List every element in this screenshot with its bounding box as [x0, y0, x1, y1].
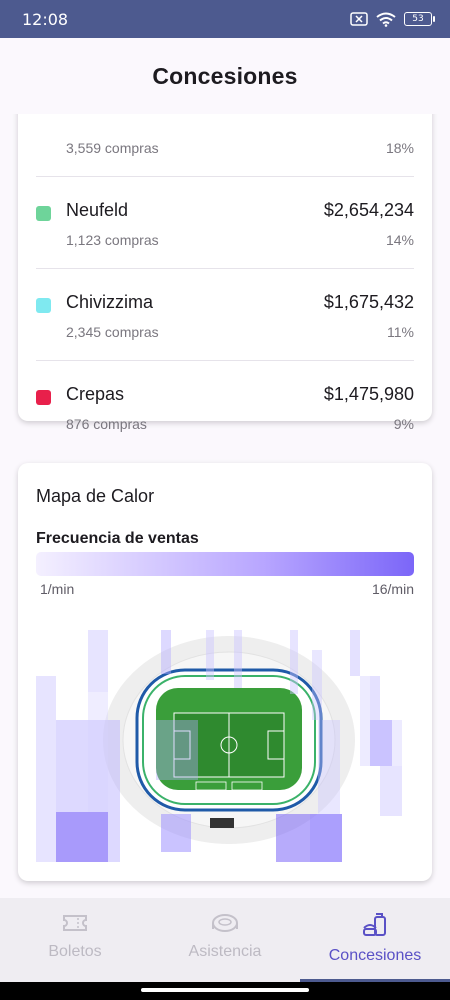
heat-cell — [234, 630, 242, 688]
heat-cell — [318, 720, 340, 814]
item-purchases: 2,345 compras — [66, 324, 159, 340]
page-title: Concesiones — [152, 62, 298, 89]
heat-cell — [360, 676, 370, 766]
heat-cell — [380, 766, 402, 816]
stadium-icon — [212, 914, 238, 932]
no-sim-icon — [350, 12, 368, 26]
status-time: 12:08 — [22, 9, 69, 29]
battery-icon: 53 — [404, 12, 435, 26]
heat-cell — [161, 814, 191, 852]
list-item[interactable]: Chivizzima 2,345 compras $1,675,432 11% — [36, 268, 414, 360]
heat-cell — [392, 720, 402, 766]
status-bar: 12:08 53 — [0, 0, 450, 38]
heat-cell — [206, 630, 214, 680]
list-item[interactable]: 3,559 compras 18% — [36, 114, 414, 176]
item-name: Chivizzima — [66, 292, 154, 312]
stadium-heatmap[interactable] — [36, 630, 414, 862]
gesture-area — [0, 982, 450, 1000]
item-purchases: 876 compras — [66, 416, 147, 432]
item-percent: 14% — [385, 232, 414, 248]
tab-label: Boletos — [48, 943, 102, 960]
tab-boletos[interactable]: Boletos — [0, 898, 150, 982]
tab-concesiones[interactable]: Concesiones — [300, 898, 450, 982]
home-gesture-bar[interactable] — [141, 988, 309, 992]
heat-cell — [310, 814, 342, 862]
color-swatch — [36, 298, 51, 313]
legend-gradient-bar — [36, 552, 414, 576]
status-icons: 53 — [350, 12, 435, 27]
legend-min: 1/min — [40, 581, 75, 597]
heatmap-title: Mapa de Calor — [36, 486, 155, 506]
tab-asistencia[interactable]: Asistencia — [150, 898, 300, 982]
heat-cell — [156, 720, 198, 780]
heat-cell — [312, 650, 322, 720]
divider — [36, 176, 414, 177]
item-name: Crepas — [66, 384, 125, 404]
bottom-nav: Boletos Asistencia Concesiones — [0, 898, 450, 982]
item-percent: 18% — [385, 140, 414, 156]
app-header: Concesiones — [0, 38, 450, 114]
list-item[interactable]: Crepas 876 compras $1,475,980 9% — [36, 360, 414, 452]
legend-label: Frecuencia de ventas — [36, 530, 199, 547]
heat-cell — [88, 692, 108, 812]
heat-cell — [88, 630, 108, 692]
item-percent: 9% — [393, 416, 414, 432]
color-swatch — [36, 206, 51, 221]
color-swatch — [36, 390, 51, 405]
legend-max: 16/min — [371, 581, 414, 597]
item-percent: 11% — [387, 324, 414, 340]
content-scroll[interactable]: 3,559 compras 18% Neufeld 1,123 compras … — [0, 114, 450, 898]
tab-label: Concesiones — [328, 947, 422, 964]
item-amount: $2,654,234 — [323, 200, 414, 220]
heat-cell — [350, 630, 360, 676]
item-name: Neufeld — [66, 200, 129, 220]
ticket-icon — [63, 915, 87, 931]
item-purchases: 3,559 compras — [66, 140, 159, 156]
heat-cell — [36, 676, 56, 862]
heat-cell — [56, 812, 108, 862]
heat-cell — [370, 720, 392, 766]
divider — [36, 268, 414, 269]
heat-cell — [370, 676, 380, 720]
wifi-icon — [376, 12, 396, 27]
drink-burger-icon — [363, 913, 386, 936]
press-box — [210, 818, 234, 828]
tab-label: Asistencia — [188, 943, 262, 960]
heatmap-card: Mapa de Calor Frecuencia de ventas 1/min… — [18, 463, 432, 881]
item-amount: $1,475,980 — [323, 384, 414, 404]
concessions-list-card: 3,559 compras 18% Neufeld 1,123 compras … — [18, 114, 432, 432]
heat-cell — [161, 630, 171, 674]
battery-level: 53 — [412, 14, 424, 24]
list-item[interactable]: Neufeld 1,123 compras $2,654,234 14% — [36, 176, 414, 268]
heat-cell — [290, 630, 298, 694]
divider — [36, 360, 414, 361]
item-amount: $1,675,432 — [323, 292, 414, 312]
item-purchases: 1,123 compras — [66, 232, 159, 248]
